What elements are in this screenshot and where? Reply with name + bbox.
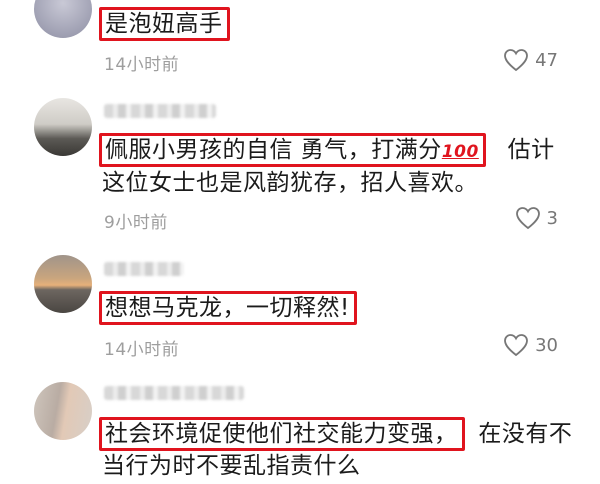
comment-time: 9小时前 — [104, 213, 168, 233]
comment-time: 14小时前 — [104, 340, 180, 360]
highlight-box: 社会环境促使他们社交能力变强， — [99, 417, 465, 451]
like-button[interactable]: 30 — [503, 333, 558, 357]
comment-text-line2: 这位女士也是风韵犹存，招人喜欢。 — [102, 170, 478, 196]
hundred-points-emoji: 100 — [441, 142, 479, 162]
comment-text: 社会环境促使他们社交能力变强， 在没有不 — [99, 417, 573, 451]
avatar[interactable] — [34, 98, 92, 156]
comment-text-highlight: 社会环境促使他们社交能力变强， — [105, 421, 458, 447]
comment-text-highlight: 想想马克龙，一切释然! — [105, 295, 350, 321]
username-blurred[interactable] — [104, 104, 216, 118]
like-count: 3 — [546, 207, 558, 229]
avatar[interactable] — [34, 255, 92, 313]
comment-text: 是泡妞高手 — [99, 7, 230, 41]
comment-text: 想想马克龙，一切释然! — [99, 291, 357, 325]
comment-text-highlight: 是泡妞高手 — [105, 11, 223, 37]
comment-text: 佩服小男孩的自信 勇气，打满分100 估计 — [99, 133, 555, 168]
comment-text-line2: 当行为时不要乱指责什么 — [102, 453, 361, 479]
heart-outline-icon — [504, 49, 528, 72]
comment-text-rest: 在没有不 — [478, 421, 573, 447]
like-count: 47 — [535, 49, 558, 71]
heart-outline-icon — [515, 207, 540, 230]
username-blurred[interactable] — [104, 386, 244, 400]
like-button[interactable]: 3 — [515, 206, 558, 230]
avatar[interactable] — [34, 382, 92, 440]
heart-outline-icon — [504, 334, 528, 357]
like-count: 30 — [535, 334, 558, 356]
username-blurred[interactable] — [104, 262, 184, 276]
highlight-box: 是泡妞高手 — [99, 7, 230, 41]
comment-time: 14小时前 — [104, 55, 180, 75]
highlight-box: 佩服小男孩的自信 勇气，打满分100 — [99, 133, 486, 167]
avatar[interactable] — [34, 0, 92, 38]
highlight-box: 想想马克龙，一切释然! — [99, 291, 357, 325]
like-button[interactable]: 47 — [503, 48, 558, 72]
comment-text-highlight: 佩服小男孩的自信 勇气，打满分 — [105, 137, 442, 163]
comment-text-rest: 估计 — [507, 137, 555, 163]
